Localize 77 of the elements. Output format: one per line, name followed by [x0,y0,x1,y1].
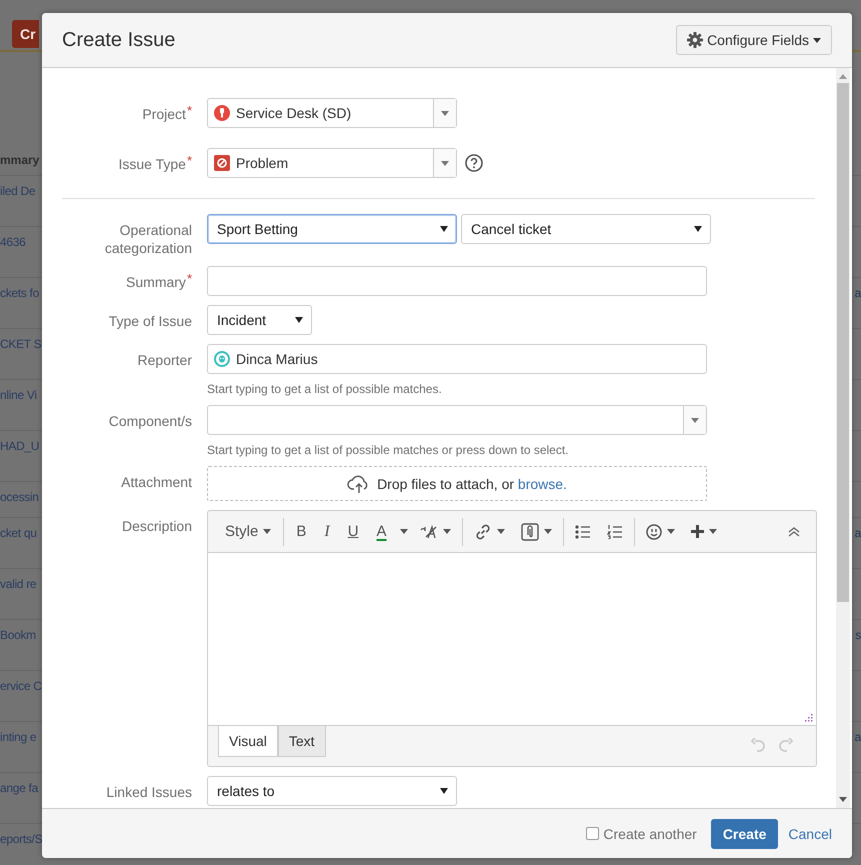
project-avatar-icon [214,105,230,121]
dropdown-select[interactable]: Sport Betting [207,214,457,244]
style-dropdown[interactable]: Style [216,518,280,546]
caret-icon [544,529,552,534]
no-entry-icon [214,155,230,171]
summary-input-field[interactable] [207,266,707,296]
user-picker-field[interactable]: Dinca Marius [207,344,707,374]
browse-link[interactable]: browse. [518,476,567,492]
dropdown-select[interactable]: Incident [207,305,312,335]
caret-icon [263,529,272,534]
caret-icon [440,788,448,794]
picker-field[interactable] [207,405,707,435]
caret-icon [442,529,451,534]
field-label: Operational categorization [104,221,192,257]
required-mark: * [186,155,192,167]
file-drop-zone[interactable]: Drop files to attach, or browse. [207,466,707,501]
caret-icon [813,38,821,42]
create-button[interactable]: Create [710,818,778,848]
hint-text: Start typing to get a list of possible matches or press down to select. [207,443,570,457]
table-cell-text: a [854,286,861,302]
caret-icon [496,529,505,534]
create-another-checkbox[interactable] [586,827,600,840]
create-button[interactable]: Cr [12,20,39,48]
required-mark: * [186,105,192,117]
hint-text: Start typing to get a list of possible matches. [207,382,443,396]
emoji-icon[interactable] [646,524,662,540]
attachment-icon[interactable] [520,522,539,540]
table-cell-text: a [854,730,861,746]
table-cell-text: a [854,526,861,542]
underline-button[interactable]: U [338,518,368,546]
editor-tab[interactable]: Visual [218,726,278,757]
avatar-icon [214,351,230,367]
cancel-link[interactable]: Cancel [788,826,832,842]
help-icon[interactable] [465,154,483,172]
scroll-down-arrow-icon[interactable] [839,797,847,802]
link-icon[interactable] [474,522,492,540]
column-header: mmary [0,153,40,167]
plus-icon[interactable] [690,525,704,538]
caret-icon [666,529,675,534]
text-color-button[interactable]: A [368,518,396,546]
picker-field[interactable]: Service Desk (SD) [207,98,457,128]
table-cell-text: s [855,628,861,644]
caret-icon [295,317,303,323]
caret-icon [400,529,408,534]
dialog-title: Create Issue [62,28,176,52]
required-mark: * [186,273,192,285]
field-label: Summary [126,273,186,291]
field-label: Linked Issues [106,783,192,801]
resize-handle-icon[interactable] [805,714,813,722]
field-label: Project [142,105,186,123]
caret-icon [708,529,717,534]
editor-tab[interactable]: Text [278,726,326,757]
checkbox-label: Create another [603,826,697,842]
picker-field[interactable]: Problem [207,148,457,178]
caret-icon [441,160,449,166]
field-label: Issue Type [118,155,186,173]
italic-button[interactable]: I [315,518,339,546]
field-label: Reporter [138,351,192,369]
field-label: Component/s [108,412,192,430]
field-label: Description [122,517,192,535]
field-label: Attachment [121,473,192,491]
field-label: Type of Issue [108,312,192,330]
dropdown-select[interactable]: Cancel ticket [461,214,711,244]
numbered-list-icon[interactable] [606,524,623,538]
caret-icon [691,418,699,422]
settings-icon [687,32,704,48]
caret-icon [694,226,702,232]
bullet-list-icon[interactable] [574,524,591,538]
caret-icon [441,110,449,116]
caret-icon [440,226,448,232]
drop-files-text: Drop files to attach, or browse. [377,476,567,492]
collapse-icon[interactable] [788,526,800,536]
clear-format-icon[interactable] [420,524,438,540]
configure-fields-button[interactable]: Configure Fields [676,25,832,55]
dropdown-select[interactable]: relates to [207,776,457,806]
bold-button[interactable]: B [287,518,316,546]
scrollbar[interactable] [836,68,850,808]
